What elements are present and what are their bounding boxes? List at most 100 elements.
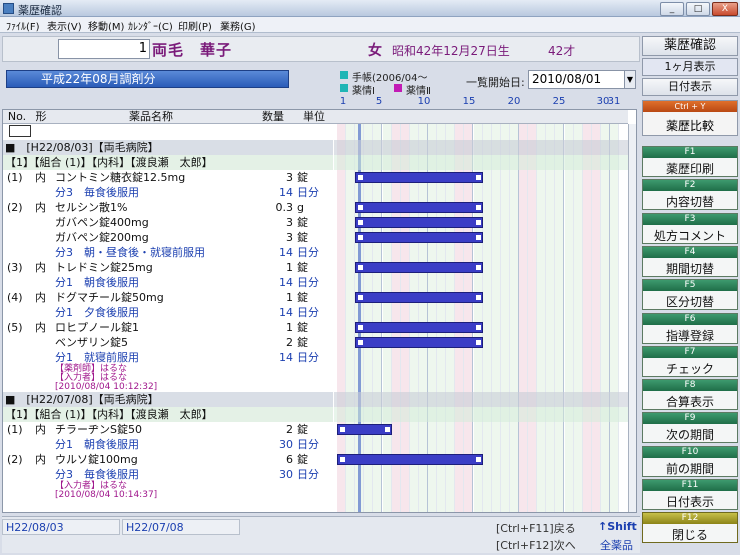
app-icon — [3, 3, 14, 14]
note-row[interactable]: 【入力者】はるな — [3, 374, 333, 383]
quantity: 2 — [286, 336, 293, 349]
fkey-text: 処方コメント — [653, 228, 726, 243]
note-row[interactable]: [2010/08/04 10:14:37] — [3, 491, 333, 500]
schedule-row[interactable]: 分3 朝・昼食後・就寝前服用 14 日分 — [3, 245, 333, 260]
group-row[interactable]: 【1】【組合 (1)】【内科】【渡良瀬 太郎】 — [3, 407, 333, 422]
drug-row[interactable]: ガバペン錠400mg 3 錠 — [3, 215, 333, 230]
note-row[interactable]: 【入力者】はるな — [3, 482, 333, 491]
selection-cell[interactable] — [9, 125, 31, 137]
drug-row[interactable]: (2) 内ウルソ錠100mg 6 錠 — [3, 452, 333, 467]
drug-form: 内 — [35, 423, 46, 436]
dispense-bar[interactable] — [355, 292, 483, 303]
fkey-f3-button[interactable]: F3 処方コメント — [642, 212, 738, 244]
menu-calendar[interactable]: ｶﾚﾝﾀﾞｰ(C) — [128, 18, 173, 33]
bar-endpoint — [358, 175, 364, 180]
day-column — [491, 124, 501, 512]
quantity: 0.3 — [275, 201, 294, 214]
schedule-row[interactable]: 分3 毎食後服用 14 日分 — [3, 185, 333, 200]
quantity: 6 — [286, 453, 293, 466]
medication-grid: No. 形 薬品名称 数量 単位 ■ [H22/08/03]【両毛病院】 【1】【… — [2, 109, 637, 513]
hospital-row[interactable]: ■ [H22/07/08]【両毛病院】 — [3, 392, 333, 407]
schedule-row[interactable]: 分3 毎食後服用 30 日分 — [3, 467, 333, 482]
dosage-text: 分1 就寝前服用 — [55, 351, 139, 364]
fkey-f9-button[interactable]: F9 次の期間 — [642, 412, 738, 444]
fkey-text: 薬歴印刷 — [665, 162, 714, 176]
menu-file[interactable]: ﾌｧｲﾙ(F) — [6, 18, 40, 33]
fkey-text: 合算表示 — [665, 395, 714, 410]
drug-row[interactable]: (4) 内ドグマチール錠50mg 1 錠 — [3, 290, 333, 305]
drug-row[interactable]: ベンザリン錠5 2 錠 — [3, 335, 333, 350]
dispense-bar[interactable] — [355, 172, 483, 183]
unit: 錠 — [297, 291, 308, 304]
bar-endpoint — [358, 235, 364, 240]
quantity: 1 — [286, 261, 293, 274]
minimize-button[interactable]: _ — [660, 2, 684, 16]
menu-view[interactable]: 表示(V) — [47, 18, 82, 33]
day-column — [546, 124, 556, 512]
fkey-f2-button[interactable]: F2 内容切替 — [642, 179, 738, 211]
drug-row[interactable]: (5) 内ロヒプノール錠1 1 錠 — [3, 320, 333, 335]
fkey-f12-button[interactable]: F12 閉じる — [642, 512, 738, 544]
fkey-f10-button[interactable]: F10 前の期間 — [642, 445, 738, 477]
day-column — [537, 124, 547, 512]
quantity: 1 — [286, 291, 293, 304]
back-link[interactable]: [Ctrl+F11]戻る — [496, 520, 576, 536]
fkey-f8-button[interactable]: F8 合算表示 — [642, 379, 738, 411]
drug-row[interactable]: ガバペン錠200mg 3 錠 — [3, 230, 333, 245]
menu-business[interactable]: 業務(G) — [220, 18, 256, 33]
vertical-scrollbar[interactable] — [628, 124, 636, 512]
confirm-title: 薬歴確認 — [642, 36, 738, 56]
note-row[interactable]: 【薬剤師】はるな — [3, 365, 333, 374]
fkey-f1-button[interactable]: F1 薬歴印刷 — [642, 146, 738, 177]
bar-endpoint — [475, 205, 481, 210]
bar-endpoint — [340, 457, 345, 462]
maximize-button[interactable]: □ — [686, 2, 710, 16]
dispense-bar[interactable] — [337, 424, 392, 435]
fkey-f6-button[interactable]: F6 指導登録 — [642, 312, 738, 344]
note-text: [2010/08/04 10:14:37] — [55, 490, 158, 500]
chevron-down-icon[interactable]: ▼ — [624, 71, 635, 88]
group-row[interactable]: 【1】【組合 (1)】【内科】【渡良瀬 太郎】 — [3, 155, 333, 170]
next-link[interactable]: [Ctrl+F12]次へ — [496, 537, 576, 553]
drug-name: ロヒプノール錠1 — [55, 321, 139, 334]
schedule-row[interactable]: 分1 就寝前服用 14 日分 — [3, 350, 333, 365]
schedule-row[interactable]: 分1 朝食後服用 14 日分 — [3, 275, 333, 290]
drug-name: ガバペン錠200mg — [55, 231, 149, 244]
dispense-bar[interactable] — [337, 454, 483, 465]
dispense-bar[interactable] — [355, 337, 483, 348]
dispense-bar[interactable] — [355, 322, 483, 333]
month-view-button[interactable]: 1ヶ月表示 — [642, 58, 738, 76]
day-display-button[interactable]: 日付表示 — [642, 78, 738, 96]
unit: 日分 — [297, 468, 319, 481]
compare-button[interactable]: Ctrl + Y 薬歴比較 — [642, 100, 738, 136]
fkey-text: 内容切替 — [665, 195, 714, 210]
fkey-f5-button[interactable]: F5 区分切替 — [642, 279, 738, 311]
schedule-row[interactable]: 分1 夕食後服用 14 日分 — [3, 305, 333, 320]
fkey-f7-button[interactable]: F7 チェック — [642, 345, 738, 377]
fkey-f11-button[interactable]: F11 日付表示 — [642, 479, 738, 510]
note-row[interactable]: [2010/08/04 10:12:32] — [3, 383, 333, 392]
drug-row[interactable]: (1) 内コントミン糖衣錠12.5mg 3 錠 — [3, 170, 333, 185]
fkey-f4-button[interactable]: F4 期間切替 — [642, 245, 738, 277]
fkey-label: F11 — [643, 480, 737, 491]
all-drugs-link[interactable]: 全薬品 — [600, 537, 633, 553]
menu-move[interactable]: 移動(M) — [88, 18, 124, 33]
patient-id[interactable]: 1 — [58, 39, 150, 59]
start-date-input[interactable]: 2010/08/01 — [528, 70, 636, 89]
menu-print[interactable]: 印刷(P) — [178, 18, 212, 33]
dispense-bar[interactable] — [355, 232, 483, 243]
dispense-bar[interactable] — [355, 202, 483, 213]
dispense-bar[interactable] — [355, 217, 483, 228]
hospital-row[interactable]: ■ [H22/08/03]【両毛病院】 — [3, 140, 333, 155]
dosage-text: 分1 夕食後服用 — [55, 306, 139, 319]
bar-endpoint — [475, 175, 481, 180]
drug-row[interactable]: (3) 内トレドミン錠25mg 1 錠 — [3, 260, 333, 275]
bar-endpoint — [340, 427, 345, 432]
close-button[interactable]: X — [712, 2, 738, 16]
schedule-row[interactable]: 分1 朝食後服用 30 日分 — [3, 437, 333, 452]
drug-row[interactable]: (1) 内チラーヂンS錠50 2 錠 — [3, 422, 333, 437]
dispense-bar[interactable] — [355, 262, 483, 273]
drug-form: 内 — [35, 171, 46, 184]
drug-row[interactable]: (2) 内セルシン散1% 0.3 g — [3, 200, 333, 215]
title-bar: 薬歴確認 _ □ X — [0, 0, 740, 17]
